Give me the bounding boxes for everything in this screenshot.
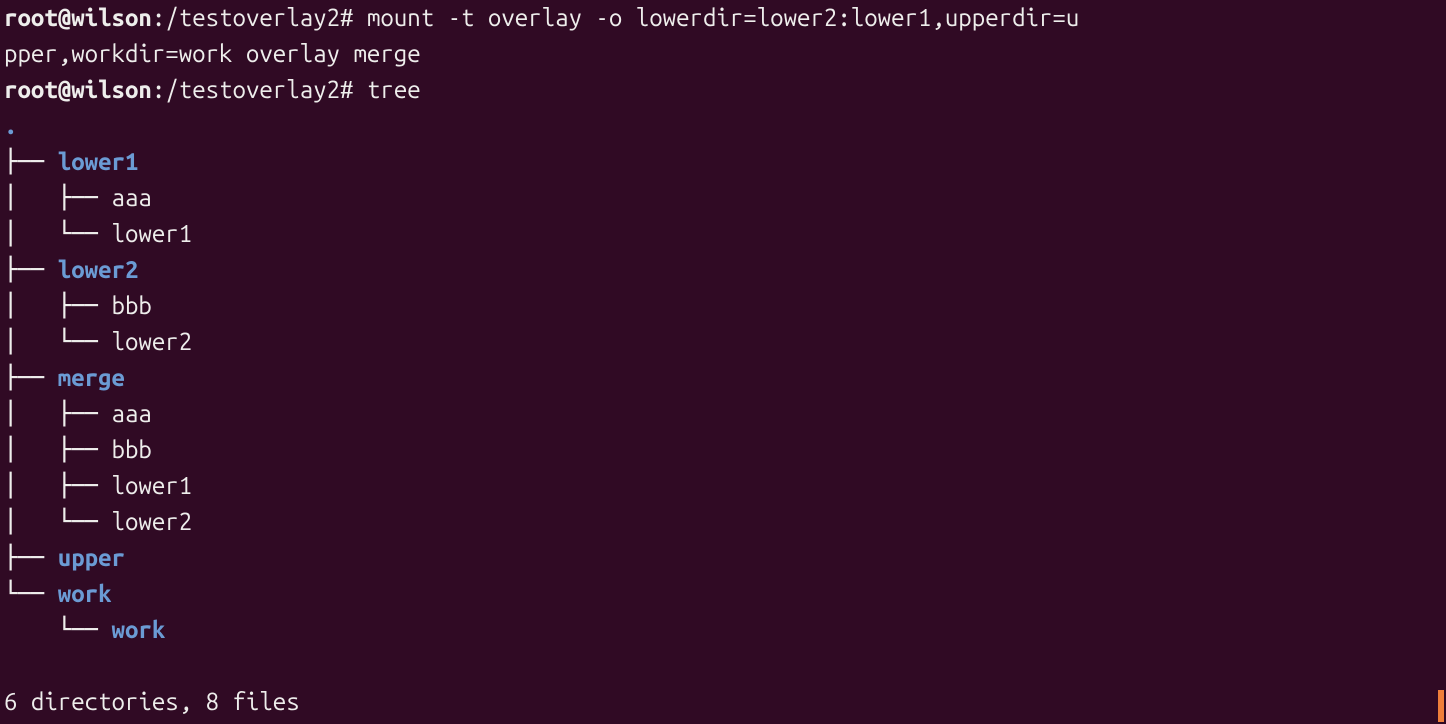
prompt-user: root@wilson <box>4 4 152 31</box>
tree-branch: │ └── <box>4 220 112 247</box>
tree-branch: └── <box>4 616 112 643</box>
terminal-output[interactable]: root@wilson:/testoverlay2# mount -t over… <box>0 0 1446 724</box>
file-merge-aaa: aaa <box>112 400 152 427</box>
tree-branch: │ ├── <box>4 184 112 211</box>
tree-branch: │ └── <box>4 508 112 535</box>
file-merge-bbb: bbb <box>112 436 152 463</box>
file-merge-lower2: lower2 <box>112 508 193 535</box>
tree-branch: ├── <box>4 148 58 175</box>
cmd-mount-line1: mount -t overlay -o lowerdir=lower2:lowe… <box>367 4 1079 31</box>
tree-branch: │ ├── <box>4 292 112 319</box>
file-lower1-lower1: lower1 <box>112 220 193 247</box>
tree-branch: ├── <box>4 256 58 283</box>
tree-root-dot: . <box>4 112 17 139</box>
dir-work-work: work <box>112 616 166 643</box>
tree-branch: │ ├── <box>4 400 112 427</box>
prompt-user-2: root@wilson <box>4 76 152 103</box>
cmd-tree: tree <box>367 76 421 103</box>
file-lower2-lower2: lower2 <box>112 328 193 355</box>
tree-branch: │ └── <box>4 328 112 355</box>
dir-lower1: lower1 <box>58 148 139 175</box>
tree-branch: └── <box>4 580 58 607</box>
tree-branch: ├── <box>4 364 58 391</box>
tree-branch: │ ├── <box>4 436 112 463</box>
dir-work: work <box>58 580 112 607</box>
file-lower2-bbb: bbb <box>112 292 152 319</box>
scrollbar-thumb[interactable] <box>1438 690 1444 722</box>
cmd-mount-line2: pper,workdir=work overlay merge <box>4 40 421 67</box>
tree-summary: 6 directories, 8 files <box>4 688 300 715</box>
tree-branch: ├── <box>4 544 58 571</box>
file-lower1-aaa: aaa <box>112 184 152 211</box>
dir-merge: merge <box>58 364 125 391</box>
file-merge-lower1: lower1 <box>112 472 193 499</box>
dir-upper: upper <box>58 544 125 571</box>
prompt-path: :/testoverlay2# <box>152 4 367 31</box>
dir-lower2: lower2 <box>58 256 139 283</box>
tree-branch: │ ├── <box>4 472 112 499</box>
prompt-path-2: :/testoverlay2# <box>152 76 367 103</box>
